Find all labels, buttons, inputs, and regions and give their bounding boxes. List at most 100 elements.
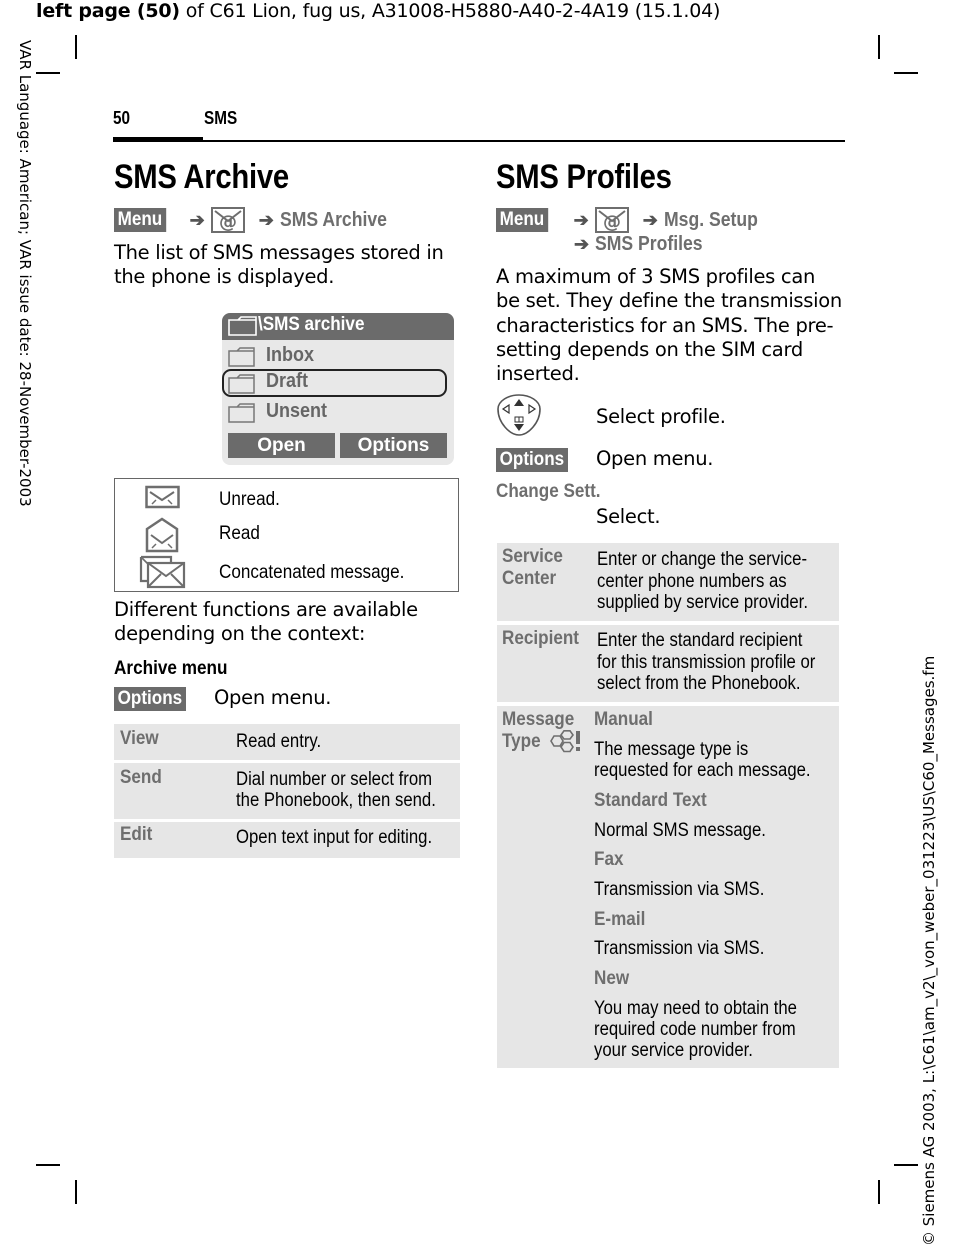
folder-item-draft[interactable]: Draft bbox=[222, 369, 447, 397]
arrow-icon: ➔ bbox=[189, 209, 205, 230]
softkey-options[interactable]: Options bbox=[340, 433, 447, 458]
folder-label: Unsent bbox=[266, 400, 328, 422]
change-settings-desc: Select. bbox=[596, 505, 661, 528]
legend-label: Unread. bbox=[219, 489, 280, 510]
text-line: be set. They define the transmission bbox=[496, 289, 842, 313]
arrow-icon: ➔ bbox=[258, 209, 274, 230]
messages-icon: @ bbox=[594, 207, 629, 233]
phone-screen: \SMS archive Inbox Draft Unsent Open Opt… bbox=[222, 313, 454, 465]
crop-mark bbox=[894, 1164, 918, 1166]
message-type-option: New bbox=[594, 968, 630, 989]
text-line: setting depends on the SIM card bbox=[496, 337, 803, 361]
context-text: Different functions are available depend… bbox=[114, 598, 418, 647]
arrow-icon: ➔ bbox=[574, 234, 590, 254]
legend-label: Read bbox=[219, 523, 260, 544]
function-desc: Dial number or select from bbox=[236, 769, 433, 790]
page-number: 50 bbox=[113, 108, 131, 128]
folder-icon bbox=[228, 403, 255, 423]
legend-row: Read bbox=[115, 517, 458, 554]
function-row-edit: Edit Open text input for editing. bbox=[114, 822, 460, 858]
function-desc: the Phonebook, then send. bbox=[236, 790, 436, 811]
message-type-desc: required code number from bbox=[594, 1019, 796, 1040]
phone-screen-title: \SMS archive bbox=[258, 314, 365, 335]
setting-desc: Enter or change the service- bbox=[597, 549, 808, 570]
archive-options-row: Options Open menu. bbox=[114, 686, 454, 712]
profiles-menu-path: Menu ➔ @ ➔ Msg. Setup bbox=[496, 207, 770, 233]
setting-row-recipient: Recipient Enter the standard recipient f… bbox=[497, 625, 839, 702]
archive-intro: The list of SMS messages stored in the p… bbox=[114, 241, 444, 290]
messages-icon: @ bbox=[210, 207, 245, 233]
phone-screen-title-bar: \SMS archive bbox=[222, 313, 454, 340]
text-line: A maximum of 3 SMS profiles can bbox=[496, 265, 816, 288]
var-language-note: VAR Language: American; VAR issue date: … bbox=[16, 40, 34, 507]
function-row-send: Send Dial number or select from the Phon… bbox=[114, 763, 460, 819]
concatenated-envelope-icon bbox=[139, 555, 186, 589]
crop-mark bbox=[36, 72, 60, 74]
setting-key: Service bbox=[502, 546, 563, 567]
crop-mark bbox=[36, 1164, 60, 1166]
message-type-desc: Normal SMS message. bbox=[594, 820, 766, 841]
svg-text:@: @ bbox=[219, 212, 237, 231]
softkey-open[interactable]: Open bbox=[228, 433, 335, 458]
setting-desc: supplied by service provider. bbox=[597, 592, 808, 613]
message-type-desc: your service provider. bbox=[594, 1040, 753, 1061]
path-step: Msg. Setup bbox=[663, 208, 758, 231]
message-type-desc: You may need to obtain the bbox=[594, 998, 797, 1019]
options-key: Options bbox=[114, 687, 186, 711]
setting-desc: center phone numbers as bbox=[597, 571, 787, 592]
message-type-option: Manual bbox=[594, 709, 653, 730]
svg-text:@: @ bbox=[603, 212, 621, 231]
setting-key: Center bbox=[502, 568, 557, 589]
setting-desc: for this transmission profile or bbox=[597, 652, 816, 673]
setting-row-service-center: Service Center Enter or change the servi… bbox=[497, 543, 839, 621]
text-line: inserted. bbox=[496, 362, 580, 386]
options-desc: Open menu. bbox=[596, 447, 714, 470]
function-key: Send bbox=[120, 767, 162, 788]
message-type-option: E-mail bbox=[594, 909, 646, 930]
icon-legend-table: Unread. Read Concatenated message. bbox=[114, 478, 459, 592]
function-key: View bbox=[120, 728, 159, 749]
print-header: left page (50) of C61 Lion, fug us, A310… bbox=[36, 0, 720, 22]
text-line: the phone is displayed. bbox=[114, 265, 335, 289]
function-row-view: View Read entry. bbox=[114, 724, 460, 760]
folder-icon bbox=[228, 316, 257, 336]
header-rule bbox=[113, 140, 845, 142]
setting-key: Type bbox=[502, 731, 541, 752]
crop-mark bbox=[878, 1180, 880, 1204]
print-header-doc: of C61 Lion, fug us, A31008-H5880-A40-2-… bbox=[179, 0, 721, 22]
file-path-note: © Siemens AG 2003, L:\C61\am_v2\_von_web… bbox=[920, 655, 938, 1246]
unread-envelope-icon bbox=[145, 485, 180, 509]
read-envelope-icon bbox=[145, 517, 179, 553]
message-type-option: Fax bbox=[594, 849, 624, 870]
change-settings-label: Change Sett. bbox=[496, 481, 601, 502]
text-line: depending on the context: bbox=[114, 622, 366, 646]
crop-mark bbox=[878, 35, 880, 59]
print-header-page: left page (50) bbox=[36, 0, 180, 22]
setting-desc: select from the Phonebook. bbox=[597, 673, 801, 694]
setting-key: Recipient bbox=[502, 628, 579, 649]
function-key: Edit bbox=[120, 824, 153, 845]
nav-key-row: Select profile. bbox=[496, 393, 836, 439]
text-line: Different functions are available bbox=[114, 598, 418, 621]
message-type-option: Standard Text bbox=[594, 790, 707, 811]
setting-key: Message bbox=[502, 709, 575, 730]
function-desc: Read entry. bbox=[236, 731, 322, 752]
text-line: characteristics for an SMS. The pre- bbox=[496, 313, 834, 337]
crop-mark bbox=[894, 72, 918, 74]
legend-row: Unread. bbox=[115, 483, 458, 520]
network-service-icon bbox=[550, 730, 580, 753]
folder-item-unsent[interactable]: Unsent bbox=[228, 399, 446, 425]
function-desc: Open text input for editing. bbox=[236, 827, 433, 848]
legend-row: Concatenated message. bbox=[115, 555, 458, 592]
path-step: SMS Archive bbox=[279, 208, 387, 231]
options-desc: Open menu. bbox=[214, 686, 332, 709]
setting-desc: Enter the standard recipient bbox=[597, 630, 803, 651]
folder-icon bbox=[228, 347, 255, 367]
crop-mark bbox=[75, 35, 77, 59]
folder-item-inbox[interactable]: Inbox bbox=[228, 343, 446, 369]
archive-menu-heading: Archive menu bbox=[114, 657, 228, 679]
menu-key: Menu bbox=[496, 208, 548, 232]
side-note-left: VAR Language: American; VAR issue date: … bbox=[12, 40, 36, 560]
profiles-title: SMS Profiles bbox=[496, 158, 672, 196]
message-type-desc: Transmission via SMS. bbox=[594, 938, 765, 959]
